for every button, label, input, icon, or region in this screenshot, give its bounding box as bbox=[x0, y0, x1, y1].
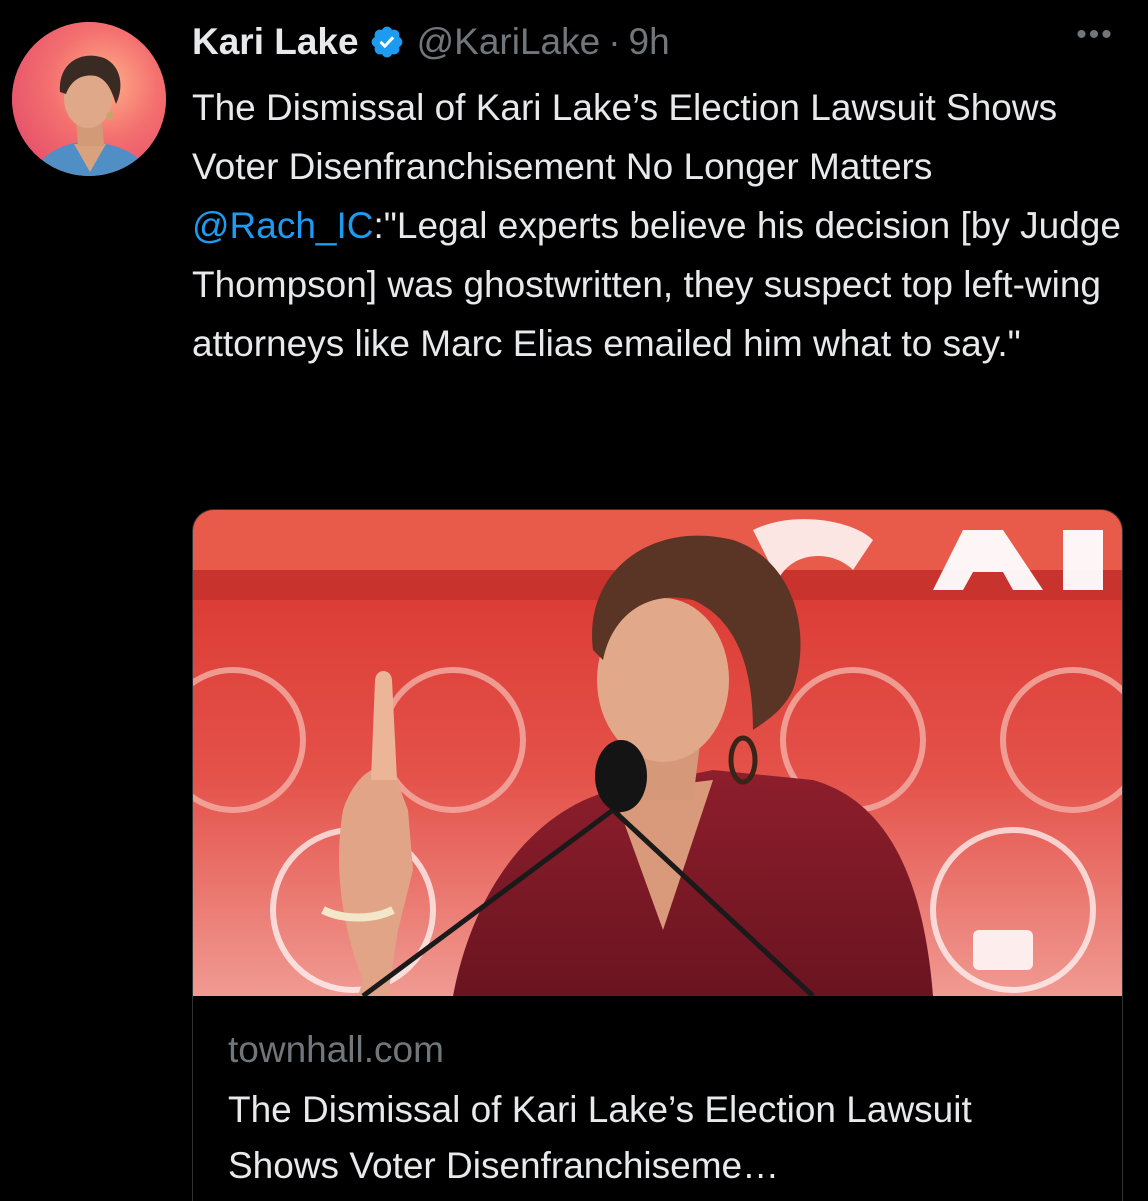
article-photo bbox=[193, 510, 1122, 996]
author-name[interactable]: Kari Lake bbox=[192, 21, 359, 63]
verified-badge-icon bbox=[369, 24, 405, 60]
avatar[interactable] bbox=[12, 22, 166, 176]
tweet-text-part: The Dismissal of Kari Lake’s Election La… bbox=[192, 87, 1058, 187]
tweet-header: Kari Lake @KariLake · 9h bbox=[192, 18, 670, 66]
timestamp[interactable]: 9h bbox=[629, 21, 670, 63]
more-options-icon[interactable]: ••• bbox=[1070, 20, 1120, 50]
card-title: The Dismissal of Kari Lake’s Election La… bbox=[228, 1089, 972, 1186]
card-domain: townhall.com bbox=[228, 1029, 444, 1070]
avatar-photo bbox=[12, 22, 166, 176]
mention-link[interactable]: @Rach_IC bbox=[192, 205, 374, 246]
tweet-text: The Dismissal of Kari Lake’s Election La… bbox=[192, 78, 1132, 373]
separator-dot: · bbox=[608, 21, 621, 62]
author-handle[interactable]: @KariLake bbox=[417, 21, 601, 63]
link-card[interactable]: townhall.com The Dismissal of Kari Lake’… bbox=[192, 509, 1123, 1201]
